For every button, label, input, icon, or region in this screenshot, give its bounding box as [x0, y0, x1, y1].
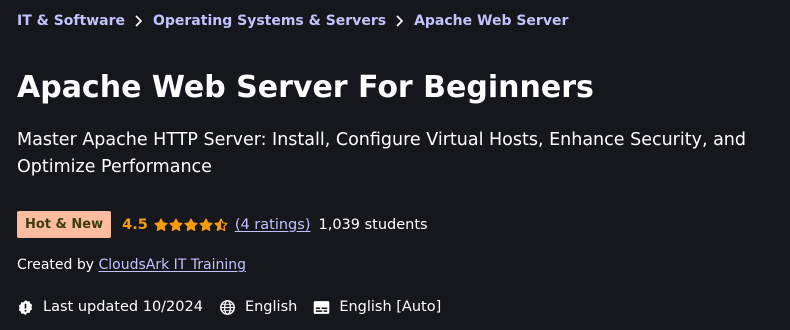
instructor-link[interactable]: CloudsArk IT Training [98, 257, 246, 273]
badge-label: Hot & New [25, 217, 104, 232]
star-icon [214, 217, 228, 231]
captions: English [Auto] [313, 299, 441, 315]
globe-icon [220, 299, 235, 315]
breadcrumb-item-it-software[interactable]: IT & Software [17, 13, 125, 29]
created-by-label: Created by [17, 257, 99, 273]
course-subtitle: Master Apache HTTP Server: Install, Conf… [17, 130, 746, 177]
last-updated-text: Last updated 10/2024 [43, 299, 203, 315]
star-icon [154, 217, 168, 231]
rating-value: 4.5 [122, 216, 148, 233]
captions-text: English [Auto] [339, 299, 442, 315]
star-icon [199, 217, 213, 231]
language-text: English [244, 299, 298, 315]
course-title: Apache Web Server For Beginners [17, 70, 594, 105]
breadcrumb-item-operating-systems[interactable]: Operating Systems & Servers [153, 13, 386, 29]
last-updated: Last updated 10/2024 [17, 299, 203, 316]
chevron-right-icon [125, 14, 153, 29]
breadcrumb-item-apache-web-server[interactable]: Apache Web Server [414, 13, 568, 29]
star-icon [184, 217, 198, 231]
meta-row: Last updated 10/2024 English English [Au… [17, 296, 457, 318]
closed-captions-icon [314, 300, 330, 314]
ratings-count-link[interactable]: (4 ratings) [235, 217, 311, 233]
created-by-row: Created by CloudsArk IT Training [17, 257, 246, 273]
breadcrumb: IT & Software Operating Systems & Server… [17, 11, 568, 31]
course-header: IT & Software Operating Systems & Server… [0, 0, 790, 330]
chevron-right-icon [386, 14, 414, 29]
rating-row: Hot & New 4.5 (4 ratings) 1,039 students [17, 211, 428, 238]
star-rating [154, 217, 228, 232]
alert-badge-icon [18, 299, 33, 315]
star-icon [169, 217, 183, 231]
students-count: 1,039 students [318, 216, 428, 233]
hot-new-badge: Hot & New [17, 211, 112, 238]
language: English [219, 299, 297, 316]
